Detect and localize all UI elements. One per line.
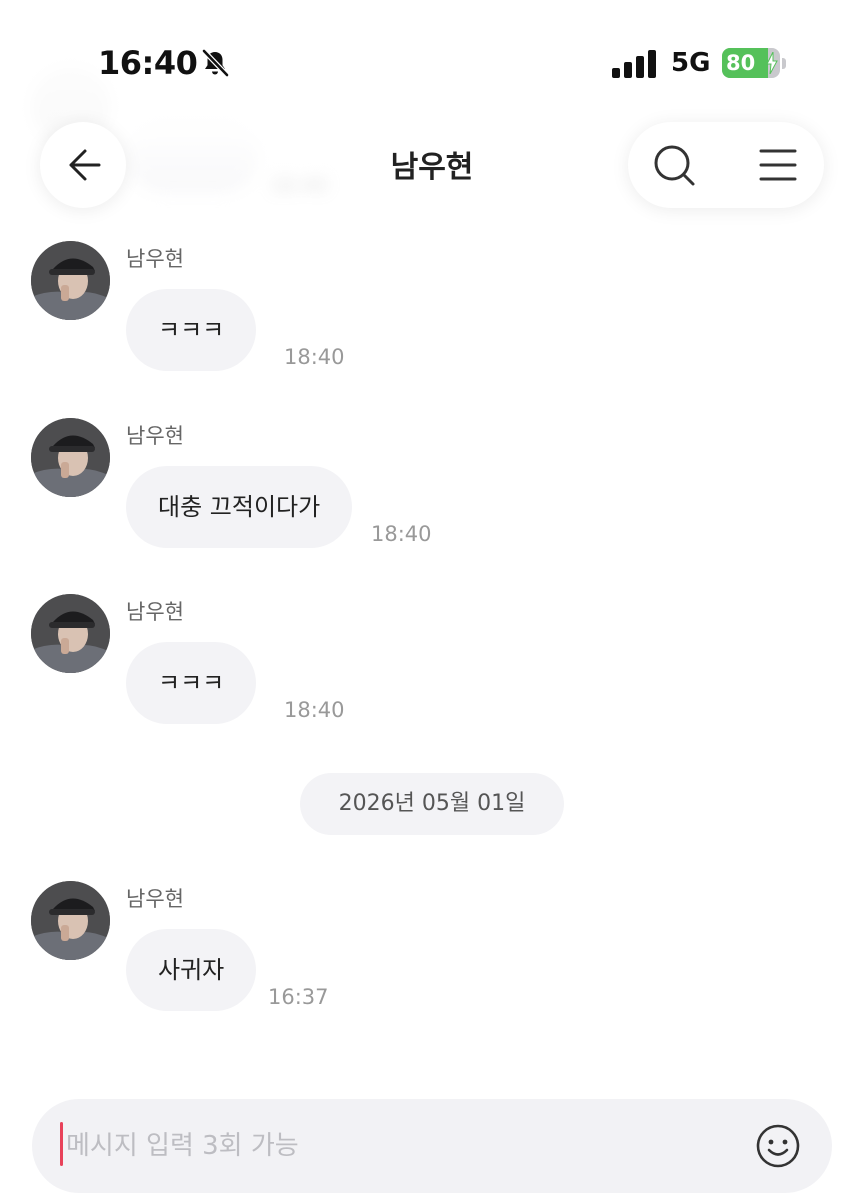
message-bubble[interactable]: ㅋㅋㅋ: [126, 289, 257, 371]
charging-bolt-icon: [766, 52, 778, 74]
back-button[interactable]: [40, 122, 126, 208]
message-input[interactable]: [66, 1124, 666, 1168]
avatar[interactable]: [31, 881, 110, 960]
message-time: 16:37: [268, 985, 329, 1009]
battery-level: 80: [726, 51, 756, 75]
message-row: 남우현 ㅋㅋㅋ 18:40: [0, 594, 864, 734]
message-time: 18:40: [284, 345, 345, 369]
avatar[interactable]: [31, 241, 110, 320]
profile-photo: [31, 241, 110, 320]
sender-name: 남우현: [126, 247, 184, 271]
battery-charging-icon: 80: [722, 48, 786, 80]
sender-name: 남우현: [126, 424, 184, 448]
sender-name: 남우현: [126, 887, 184, 911]
hamburger-menu-icon: [759, 149, 797, 181]
profile-photo: [31, 881, 110, 960]
signal-icon: [612, 50, 656, 78]
sender-name: 남우현: [126, 600, 184, 624]
profile-photo: [31, 594, 110, 673]
search-button[interactable]: [648, 139, 700, 191]
menu-button[interactable]: [752, 139, 804, 191]
header-actions: [628, 122, 824, 208]
message-time: 18:40: [284, 698, 345, 722]
avatar[interactable]: [31, 594, 110, 673]
arrow-left-icon: [69, 149, 101, 181]
bell-slash-icon: [202, 49, 229, 77]
message-bubble[interactable]: 사귀자: [126, 929, 257, 1011]
message-bubble[interactable]: 대충 끄적이다가: [126, 466, 353, 548]
status-bar: 16:40 5G 80: [0, 0, 864, 120]
date-divider: 2026년 05월 01일: [300, 773, 564, 835]
profile-photo: [31, 418, 110, 497]
network-type: 5G: [671, 48, 711, 78]
search-icon: [654, 145, 695, 186]
message-row: 남우현 사귀자 16:37: [0, 881, 864, 1021]
message-time: 18:40: [371, 522, 432, 546]
avatar[interactable]: [31, 418, 110, 497]
text-caret: [60, 1122, 63, 1166]
message-row: 남우현 ㅋㅋㅋ 18:40: [0, 241, 864, 381]
emoji-button[interactable]: [754, 1122, 802, 1170]
message-bubble[interactable]: ㅋㅋㅋ: [126, 642, 257, 724]
smiley-icon: [756, 1124, 800, 1168]
message-row: 남우현 대충 끄적이다가 18:40: [0, 418, 864, 558]
status-time: 16:40: [98, 44, 198, 82]
chat-title: 남우현: [390, 150, 474, 185]
